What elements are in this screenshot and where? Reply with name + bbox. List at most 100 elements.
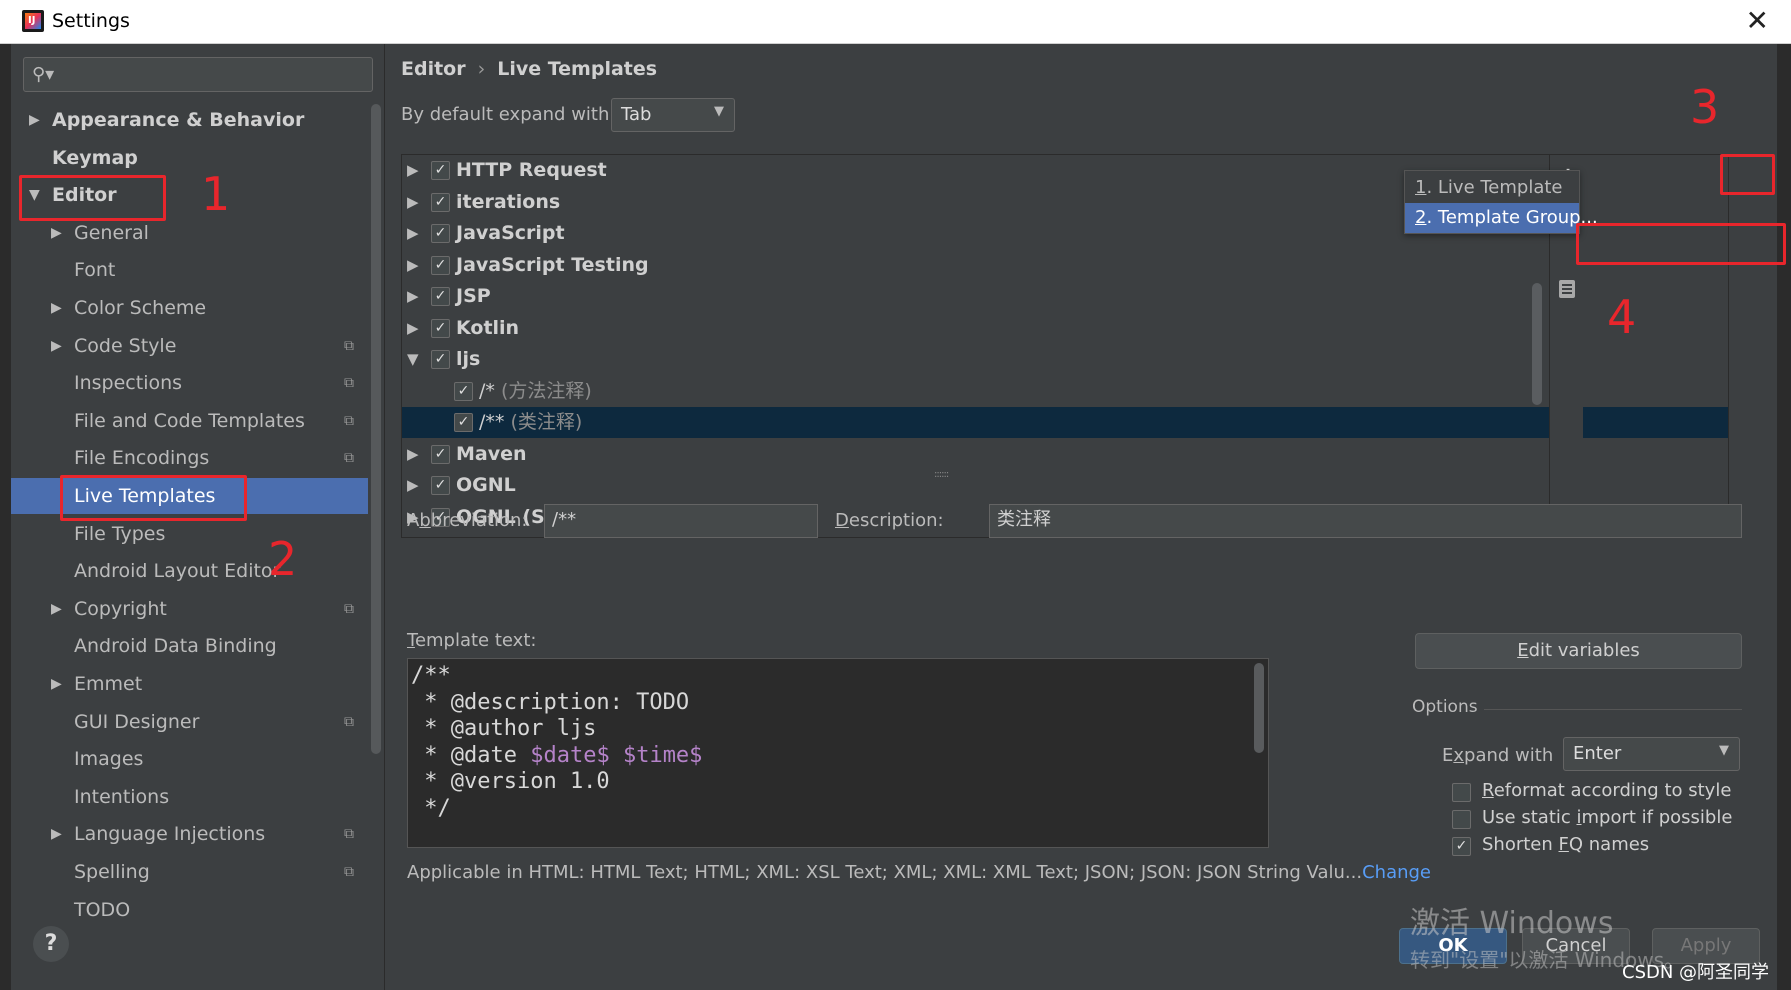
sidebar-item-inspections[interactable]: Inspections ⧉ — [11, 365, 368, 401]
sidebar-item-copyright[interactable]: ▶ Copyright ⧉ — [11, 591, 368, 627]
settings-search[interactable]: ⚲▾ — [23, 57, 373, 92]
sidebar-item-file-encodings[interactable]: File Encodings ⧉ — [11, 440, 368, 476]
collapsed-arrow-icon[interactable]: ▶ — [407, 313, 419, 344]
template-variable: $time$ — [622, 742, 703, 768]
sidebar-item-color-scheme[interactable]: ▶ Color Scheme — [11, 290, 368, 326]
csdn-credit: CSDN @阿圣同学 — [1622, 962, 1770, 983]
sidebar-item-intentions[interactable]: Intentions — [11, 779, 368, 815]
settings-tree: ▶ Appearance & Behavior Keymap ▼ Editor ▶ Gene… — [11, 102, 368, 952]
sidebar-item-code-style[interactable]: ▶ Code Style ⧉ — [11, 328, 368, 364]
code-line: * @version 1.0 — [411, 769, 610, 794]
default-expand-select[interactable]: Tab ▼ — [611, 98, 735, 132]
background-window-edge — [0, 44, 11, 990]
sidebar-scrollbar[interactable] — [371, 104, 381, 754]
popup-item-live-template[interactable]: 1. Live Template — [1405, 173, 1579, 203]
template-enabled-checkbox[interactable]: ✓ — [431, 224, 450, 243]
template-group-row[interactable]: ▶ ✓ JSP — [402, 281, 1728, 312]
copy-icon[interactable] — [1559, 280, 1575, 298]
template-text-code[interactable]: /** * @description: TODO * @author ljs *… — [411, 663, 702, 822]
annotation-box-editor — [19, 175, 166, 221]
sidebar-item-label: GUI Designer — [74, 710, 200, 733]
sidebar-item-android-data-binding[interactable]: Android Data Binding — [11, 628, 368, 664]
collapsed-arrow-icon[interactable]: ▶ — [407, 155, 419, 186]
code-line: */ — [411, 795, 451, 821]
editor-scrollbar[interactable] — [1254, 663, 1264, 753]
sidebar-item-label: Font — [74, 259, 116, 282]
sidebar-item-android-layout-editor[interactable]: Android Layout Editor — [11, 553, 368, 589]
sidebar-item-todo[interactable]: TODO — [11, 892, 368, 928]
collapsed-arrow-icon[interactable]: ▶ — [407, 281, 419, 312]
splitter-handle[interactable]: :::::: — [934, 469, 949, 480]
static-import-checkbox[interactable] — [1452, 810, 1471, 829]
default-expand-label: By default expand with — [401, 104, 610, 125]
description-field[interactable]: 类注释 — [989, 504, 1742, 538]
expand-with-select[interactable]: Enter ▼ — [1563, 737, 1740, 771]
template-group-row[interactable]: ▶ ✓ OGNL — [402, 470, 1728, 501]
sidebar-item-font[interactable]: Font — [11, 252, 368, 288]
template-enabled-checkbox[interactable]: ✓ — [431, 444, 450, 464]
template-enabled-checkbox[interactable]: ✓ — [431, 318, 450, 338]
search-icon: ⚲▾ — [32, 64, 55, 85]
template-enabled-checkbox[interactable]: ✓ — [454, 413, 473, 432]
sidebar-item-spelling[interactable]: Spelling ⧉ — [11, 854, 368, 890]
breadcrumb-live-templates: Live Templates — [497, 58, 658, 80]
template-enabled-checkbox[interactable]: ✓ — [431, 476, 450, 495]
template-enabled-checkbox[interactable]: ✓ — [431, 161, 450, 180]
collapsed-arrow-icon[interactable]: ▶ — [29, 102, 40, 138]
sidebar-item-gui-designer[interactable]: GUI Designer ⧉ — [11, 704, 368, 740]
annotation-number-3: 3 — [1690, 80, 1720, 134]
template-enabled-checkbox[interactable]: ✓ — [431, 255, 450, 275]
breadcrumb-separator: › — [477, 58, 486, 80]
sidebar-item-language-injections[interactable]: ▶ Language Injections ⧉ — [11, 816, 368, 852]
annotation-number-4: 4 — [1607, 290, 1637, 344]
shorten-fq-checkbox[interactable]: ✓ — [1452, 837, 1471, 856]
collapsed-arrow-icon[interactable]: ▶ — [51, 290, 62, 326]
close-icon[interactable]: ✕ — [1746, 6, 1769, 36]
edit-variables-button[interactable]: Edit variables — [1415, 633, 1742, 669]
intellij-logo-icon — [22, 10, 44, 32]
collapsed-arrow-icon[interactable]: ▶ — [407, 250, 419, 281]
template-group-row[interactable]: ▶ ✓ JavaScript Testing — [402, 250, 1728, 281]
collapsed-arrow-icon[interactable]: ▶ — [407, 187, 419, 218]
settings-search-input[interactable] — [64, 62, 364, 88]
description-label: Description: — [835, 510, 944, 531]
template-row[interactable]: ✓ /** (类注释) — [402, 407, 1728, 438]
abbreviation-label: Abbreviation: — [407, 510, 528, 531]
sidebar-item-file-and-code-templates[interactable]: File and Code Templates ⧉ — [11, 403, 368, 439]
sidebar-item-images[interactable]: Images — [11, 741, 368, 777]
template-enabled-checkbox[interactable]: ✓ — [431, 350, 450, 369]
template-name: HTTP Request — [456, 159, 607, 181]
annotation-number-2: 2 — [268, 532, 298, 586]
reformat-checkbox[interactable] — [1452, 783, 1471, 802]
change-contexts-link[interactable]: Change — [1362, 862, 1431, 883]
sidebar-item-emmet[interactable]: ▶ Emmet — [11, 666, 368, 702]
template-enabled-checkbox[interactable]: ✓ — [431, 192, 450, 212]
template-group-row[interactable]: ▶ ✓ Kotlin — [402, 313, 1728, 344]
template-group-row[interactable]: ▶ ✓ Maven — [402, 439, 1728, 470]
template-enabled-checkbox[interactable]: ✓ — [431, 287, 450, 306]
collapsed-arrow-icon[interactable]: ▶ — [51, 666, 62, 702]
sidebar-item-appearance-behavior[interactable]: ▶ Appearance & Behavior — [11, 102, 368, 138]
help-button[interactable]: ? — [33, 926, 69, 962]
templates-scrollbar[interactable] — [1532, 283, 1542, 405]
sidebar-item-label: File Encodings — [74, 447, 210, 470]
sidebar-item-label: Inspections — [74, 372, 183, 395]
collapsed-arrow-icon[interactable]: ▶ — [407, 439, 419, 470]
popup-item-template-group[interactable]: 2. Template Group... — [1405, 203, 1598, 233]
expanded-arrow-icon[interactable]: ▼ — [407, 344, 419, 375]
template-group-row[interactable]: ▼ ✓ ljs — [402, 344, 1728, 375]
collapsed-arrow-icon[interactable]: ▶ — [407, 218, 419, 249]
template-row[interactable]: ✓ /* (方法注释) — [402, 376, 1728, 407]
template-enabled-checkbox[interactable]: ✓ — [454, 381, 473, 401]
collapsed-arrow-icon[interactable]: ▶ — [51, 591, 62, 627]
collapsed-arrow-icon[interactable]: ▶ — [51, 816, 62, 852]
abbreviation-field[interactable]: /** — [544, 504, 818, 538]
sidebar-item-label: TODO — [74, 898, 131, 921]
template-text-editor[interactable]: /** * @description: TODO * @author ljs *… — [407, 658, 1269, 848]
window-title: Settings — [52, 10, 130, 32]
code-line: * @date $date$ $time$ — [411, 742, 703, 768]
collapsed-arrow-icon[interactable]: ▶ — [407, 470, 419, 501]
collapsed-arrow-icon[interactable]: ▶ — [51, 328, 62, 364]
sidebar-item-keymap[interactable]: Keymap — [11, 140, 368, 176]
template-description: (方法注释) — [500, 379, 592, 402]
